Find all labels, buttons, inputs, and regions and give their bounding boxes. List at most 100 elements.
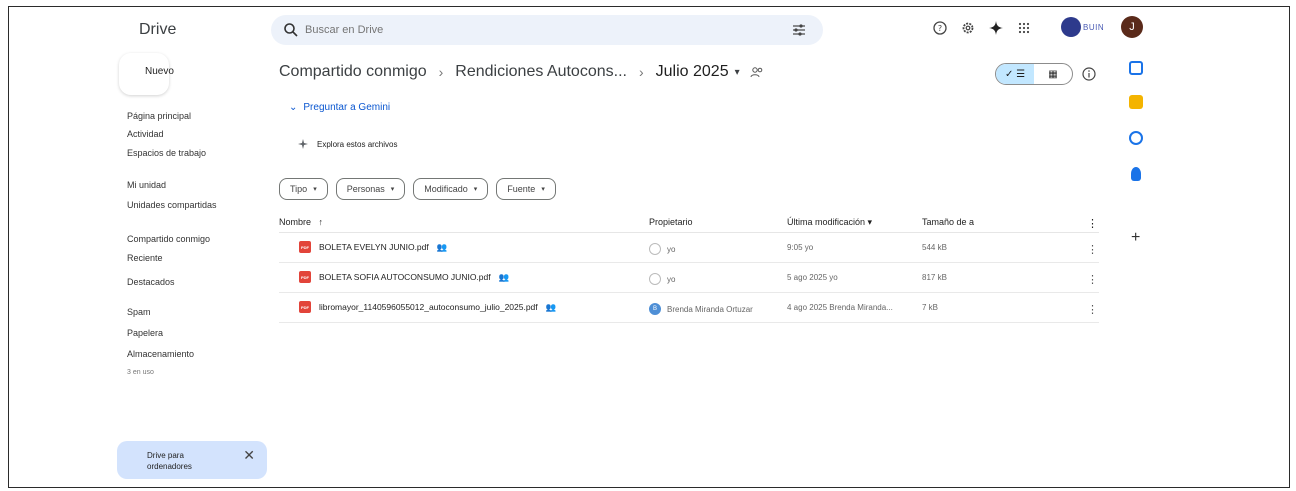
filter-modified[interactable]: Modificado ▾ [413, 178, 489, 200]
caret-down-icon: ▾ [473, 186, 478, 193]
storage-usage: 3 en uso [127, 369, 154, 376]
shared-people-icon: 👥 [498, 271, 510, 282]
chevron-right-icon: › [638, 64, 644, 80]
grid-view-button[interactable]: ▦ [1034, 64, 1072, 84]
explore-files-chip[interactable]: Explora estos archivos [287, 129, 407, 159]
sidebar-item-shared-with-me[interactable]: Compartido conmigo [127, 234, 210, 244]
chevron-down-icon: ⌄ [289, 102, 298, 113]
modified-cell: 4 ago 2025 Brenda Miranda... [787, 303, 893, 312]
modified-cell: 5 ago 2025 yo [787, 273, 838, 282]
filter-source[interactable]: Fuente ▾ [496, 178, 556, 200]
file-name-cell: PDF BOLETA EVELYN JUNIO.pdf 👥 [299, 241, 447, 253]
sidebar-item-workspaces[interactable]: Espacios de trabajo [127, 148, 206, 158]
gemini-sparkle-icon[interactable] [987, 19, 1005, 37]
filter-chips: Tipo ▾ Personas ▾ Modificado ▾ Fuente ▾ [279, 178, 556, 200]
more-vert-icon[interactable]: ⋮ [1087, 217, 1098, 230]
info-icon[interactable] [1081, 66, 1097, 82]
keep-icon[interactable] [1129, 95, 1143, 109]
explore-sparkle-icon [298, 139, 308, 149]
column-modified-label: Última modificación [787, 217, 866, 227]
table-header: Nombre ↑ Propietario Última modificación… [279, 211, 1099, 233]
filter-type[interactable]: Tipo ▾ [279, 178, 328, 200]
owner-avatar [649, 273, 661, 285]
column-modified[interactable]: Última modificación ▾ [787, 217, 872, 228]
shared-people-icon: 👥 [436, 241, 448, 252]
sidebar-item-trash[interactable]: Papelera [127, 328, 163, 338]
more-vert-icon[interactable]: ⋮ [1087, 273, 1098, 286]
sidebar-item-starred[interactable]: Destacados [127, 277, 175, 287]
new-button-label: Nuevo [145, 66, 174, 77]
account-avatar[interactable]: J [1121, 16, 1143, 38]
table-row[interactable]: PDF BOLETA SOFIA AUTOCONSUMO JUNIO.pdf 👥… [279, 263, 1099, 293]
chevron-right-icon: › [438, 64, 444, 80]
promo-text: Drive para ordenadores [147, 451, 192, 471]
breadcrumb-shared-with-me[interactable]: Compartido conmigo [279, 63, 427, 81]
explore-files-label: Explora estos archivos [317, 139, 398, 149]
table-row[interactable]: PDF BOLETA EVELYN JUNIO.pdf 👥 yo 9:05 yo… [279, 233, 1099, 263]
sidebar-item-shared-drives[interactable]: Unidades compartidas [127, 200, 217, 210]
caret-down-icon: ▾ [313, 186, 317, 193]
search-icon [284, 23, 298, 37]
desktop-promo-banner[interactable]: Drive para ordenadores ✕ [117, 441, 267, 479]
caret-down-icon: ▾ [541, 186, 545, 193]
owner-avatar: B [649, 303, 661, 315]
sidebar-item-home[interactable]: Página principal [127, 111, 191, 121]
column-name[interactable]: Nombre ↑ [279, 217, 323, 227]
calendar-icon[interactable] [1129, 61, 1143, 75]
sidebar-item-spam[interactable]: Spam [127, 307, 151, 317]
sidebar-item-my-drive[interactable]: Mi unidad [127, 180, 166, 190]
ask-gemini-label: Preguntar a Gemini [303, 102, 391, 113]
apps-grid-icon[interactable] [1015, 19, 1033, 37]
contacts-icon[interactable] [1131, 167, 1141, 181]
filter-modified-label: Modificado [424, 184, 468, 194]
shared-people-icon: 👥 [545, 301, 557, 312]
sidebar: Nuevo Página principal Actividad Espacio… [9, 7, 267, 487]
drive-window: Nuevo Página principal Actividad Espacio… [8, 6, 1290, 488]
file-name: libromayor_1140596055012_autoconsumo_jul… [319, 302, 538, 312]
file-table: Nombre ↑ Propietario Última modificación… [279, 211, 1099, 323]
organization-logo[interactable]: BUIN [1061, 15, 1117, 39]
more-vert-icon[interactable]: ⋮ [1087, 243, 1098, 256]
pdf-icon: PDF [299, 271, 311, 283]
ask-gemini-toggle[interactable]: ⌄ Preguntar a Gemini [289, 102, 390, 113]
new-button[interactable]: Nuevo [119, 53, 174, 95]
add-addon-icon[interactable]: + [1131, 229, 1140, 247]
sidebar-item-activity[interactable]: Actividad [127, 129, 164, 139]
breadcrumb-parent-folder[interactable]: Rendiciones Autocons... [455, 63, 627, 81]
modified-cell: 9:05 yo [787, 243, 814, 252]
table-row[interactable]: PDF libromayor_1140596055012_autoconsumo… [279, 293, 1099, 323]
sidebar-item-storage[interactable]: Almacenamiento [127, 349, 194, 359]
sort-arrow-up-icon[interactable]: ↑ [314, 217, 324, 227]
more-vert-icon[interactable]: ⋮ [1087, 303, 1098, 316]
sidebar-item-recent[interactable]: Reciente [127, 253, 163, 263]
settings-gear-icon[interactable] [959, 19, 977, 37]
tasks-icon[interactable] [1129, 131, 1143, 145]
search-bar[interactable] [271, 15, 823, 45]
shared-people-icon [750, 67, 762, 78]
pdf-icon: PDF [299, 301, 311, 313]
owner-name: Brenda Miranda Ortuzar [667, 304, 753, 314]
help-icon[interactable]: ? [931, 19, 949, 37]
app-title[interactable]: Drive [139, 21, 176, 39]
owner-name: yo [667, 244, 676, 254]
column-size[interactable]: Tamaño de a [922, 217, 974, 227]
column-owner[interactable]: Propietario [649, 217, 693, 227]
size-cell: 544 kB [922, 243, 947, 252]
search-options-icon[interactable] [791, 22, 807, 38]
search-input[interactable] [305, 21, 745, 39]
breadcrumb-current-folder[interactable]: Julio 2025 [656, 63, 729, 81]
caret-down-icon[interactable]: ▾ [735, 67, 740, 78]
filter-source-label: Fuente [507, 184, 536, 194]
file-name: BOLETA SOFIA AUTOCONSUMO JUNIO.pdf [319, 272, 491, 282]
filter-people-label: Personas [346, 184, 385, 194]
owner-cell: yo [649, 273, 675, 285]
owner-name: yo [667, 274, 676, 284]
column-name-label: Nombre [279, 217, 312, 227]
org-logo-text: BUIN [1083, 22, 1105, 32]
filter-people[interactable]: Personas ▾ [335, 178, 406, 200]
view-toggle: ✓ ☰ ▦ [995, 63, 1073, 85]
breadcrumb: Compartido conmigo › Rendiciones Autocon… [279, 63, 764, 81]
list-view-button[interactable]: ✓ ☰ [996, 64, 1034, 84]
org-logo-mark [1061, 17, 1081, 37]
close-icon[interactable]: ✕ [243, 447, 255, 464]
